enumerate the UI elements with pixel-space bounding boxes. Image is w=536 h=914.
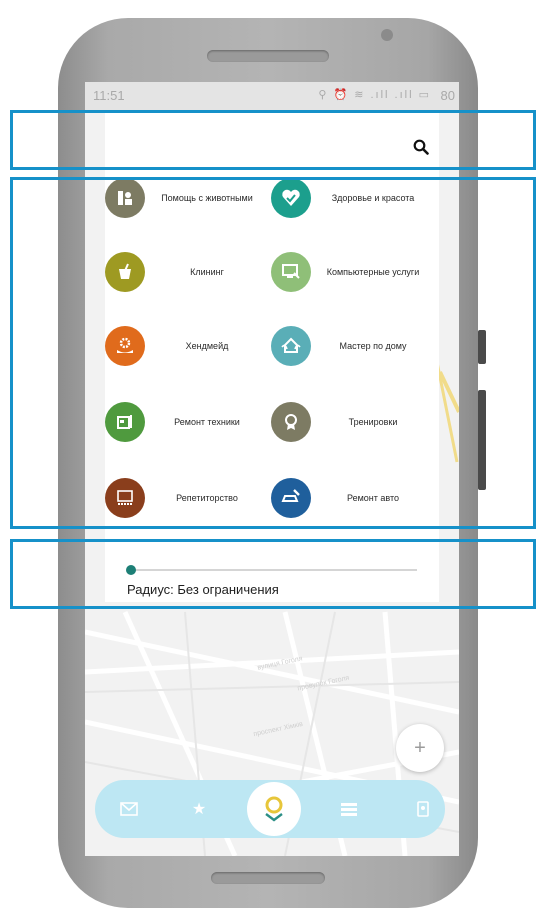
radius-highlight-frame: [10, 539, 536, 609]
list-icon[interactable]: [329, 789, 369, 829]
status-battery: 80: [440, 88, 455, 103]
camera-icon: [381, 29, 393, 41]
status-time: 11:51: [93, 88, 125, 103]
search-highlight-frame: [10, 110, 536, 170]
status-signal-icons: ⚲ ⏰ ≋ .ıll .ıll ▭: [318, 89, 431, 101]
profile-card-icon[interactable]: [403, 789, 443, 829]
bottom-nav: ★: [95, 780, 445, 838]
status-bar: 11:51 ⚲ ⏰ ≋ .ıll .ıll ▭ 80: [85, 82, 459, 112]
mail-icon[interactable]: [109, 789, 149, 829]
add-button[interactable]: +: [396, 724, 444, 772]
star-icon[interactable]: ★: [179, 789, 219, 829]
bottom-speaker-grill: [211, 872, 325, 884]
speaker-grill: [207, 50, 329, 62]
categories-highlight-frame: [10, 177, 536, 529]
location-pin-icon[interactable]: [247, 782, 301, 836]
